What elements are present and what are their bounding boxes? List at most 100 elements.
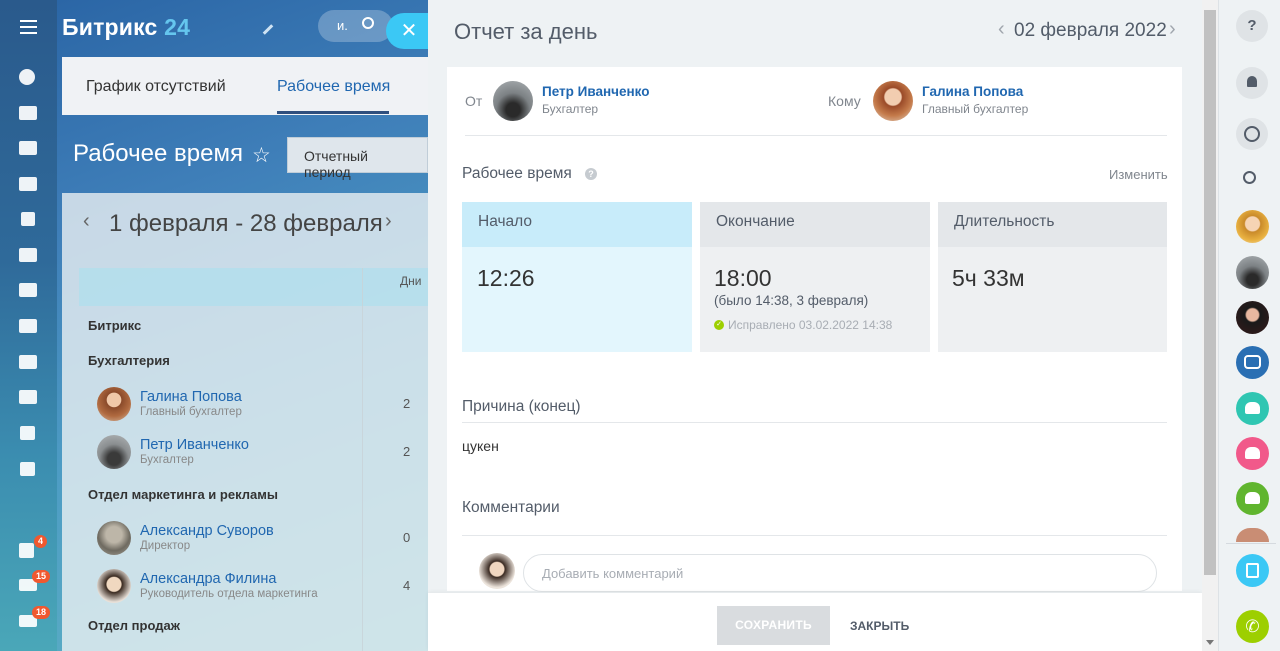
next-period-arrow[interactable]: › bbox=[385, 210, 392, 233]
person-name[interactable]: Александр Суворов bbox=[140, 523, 274, 539]
menu-icon[interactable] bbox=[20, 20, 37, 34]
col-divider bbox=[362, 268, 363, 651]
scrollbar-thumb[interactable] bbox=[1204, 10, 1216, 575]
divider bbox=[462, 422, 1167, 423]
page-title: Рабочее время bbox=[73, 140, 243, 167]
close-button[interactable]: ЗАКРЫТЬ bbox=[850, 619, 909, 633]
contact-avatar-icon[interactable] bbox=[1236, 256, 1269, 289]
worktime-title: Рабочее время bbox=[462, 165, 572, 182]
from-name[interactable]: Петр Иванченко bbox=[542, 84, 649, 99]
search-placeholder: и. bbox=[337, 18, 348, 33]
contact-avatar-icon[interactable] bbox=[1236, 210, 1269, 243]
start-value: 12:26 bbox=[477, 265, 535, 291]
help-icon[interactable]: ? bbox=[1236, 10, 1268, 42]
search-icon[interactable] bbox=[1243, 171, 1256, 184]
contact-card-icon[interactable] bbox=[19, 390, 37, 404]
days-value: 4 bbox=[403, 578, 411, 593]
disk-sync-icon[interactable] bbox=[1236, 554, 1269, 587]
close-slider-button[interactable]: ✕ bbox=[386, 13, 428, 49]
avatar-petr[interactable] bbox=[97, 435, 131, 469]
duration-value: 5ч 33м bbox=[952, 265, 1025, 291]
document-icon[interactable] bbox=[21, 212, 35, 226]
person-name[interactable]: Александра Филина bbox=[140, 571, 276, 587]
employees-icon[interactable] bbox=[19, 283, 37, 297]
badge-tasks: 4 bbox=[34, 535, 48, 548]
person-position: Главный бухгалтер bbox=[140, 406, 242, 418]
to-label: Кому bbox=[828, 93, 861, 109]
video-icon[interactable] bbox=[19, 355, 37, 369]
person-name[interactable]: Галина Попова bbox=[140, 389, 242, 405]
tab-absence-chart[interactable]: График отсутствий bbox=[86, 78, 226, 96]
contact-avatar-icon[interactable] bbox=[1236, 301, 1269, 334]
calendar-icon[interactable] bbox=[19, 141, 37, 155]
badge-filter: 15 bbox=[32, 570, 51, 583]
fixed-note: Исправлено 03.02.2022 14:38 bbox=[728, 318, 893, 332]
tasks-icon[interactable] bbox=[19, 106, 37, 120]
person-position: Бухгалтер bbox=[140, 454, 194, 466]
tab-active-underline bbox=[277, 111, 389, 114]
start-label: Начало bbox=[462, 202, 692, 247]
group-chat-icon[interactable] bbox=[1236, 482, 1269, 515]
comment-placeholder: Добавить комментарий bbox=[542, 566, 684, 581]
divider bbox=[465, 135, 1167, 136]
chat-icon[interactable] bbox=[19, 177, 37, 191]
notifications-bell-icon[interactable] bbox=[1236, 67, 1268, 99]
reason-title: Причина (конец) bbox=[462, 398, 581, 415]
drive-icon[interactable] bbox=[19, 248, 37, 262]
from-position: Бухгалтер bbox=[542, 102, 599, 116]
avatar-alexandra[interactable] bbox=[97, 569, 131, 603]
activity-stream-icon[interactable] bbox=[19, 69, 35, 85]
group-chat-icon[interactable] bbox=[1236, 437, 1269, 470]
avatar-to[interactable] bbox=[873, 81, 913, 121]
edit-link[interactable]: Изменить bbox=[1109, 167, 1168, 182]
person-position: Руководитель отдела маркетинга bbox=[140, 588, 318, 600]
close-icon: ✕ bbox=[400, 20, 418, 42]
group-bitrix: Битрикс bbox=[88, 318, 142, 333]
messenger-icon[interactable] bbox=[1236, 118, 1268, 150]
group-chat-icon[interactable] bbox=[1236, 346, 1269, 379]
days-value: 2 bbox=[403, 444, 411, 459]
search-box[interactable]: и. bbox=[318, 10, 393, 42]
badge-mail: 18 bbox=[32, 606, 51, 619]
to-name[interactable]: Галина Попова bbox=[922, 84, 1023, 99]
check-icon: ✓ bbox=[714, 320, 724, 330]
tab-work-time[interactable]: Рабочее время bbox=[277, 78, 390, 96]
cube-icon[interactable] bbox=[20, 426, 35, 440]
avatar-alexander[interactable] bbox=[97, 521, 131, 555]
comments-title: Комментарии bbox=[462, 499, 560, 516]
next-date-arrow[interactable]: › bbox=[1169, 18, 1176, 41]
save-button[interactable]: СОХРАНИТЬ bbox=[717, 606, 830, 645]
cube2-icon[interactable] bbox=[20, 462, 35, 476]
person-name[interactable]: Петр Иванченко bbox=[140, 437, 249, 453]
avatar-galina[interactable] bbox=[97, 387, 131, 421]
search-icon[interactable] bbox=[362, 17, 374, 29]
help-icon[interactable]: ? bbox=[585, 168, 597, 180]
group-sales: Отдел продаж bbox=[88, 618, 180, 633]
table-header bbox=[79, 268, 428, 306]
rail-divider bbox=[1226, 543, 1276, 544]
end-value: 18:00 bbox=[714, 265, 772, 291]
left-rail: 4 15 18 bbox=[0, 0, 57, 651]
checklist-icon[interactable] bbox=[19, 543, 34, 558]
report-period-button[interactable]: Отчетный период bbox=[287, 137, 428, 180]
current-user-avatar bbox=[479, 553, 515, 589]
prev-date-arrow[interactable]: ‹ bbox=[998, 18, 1005, 41]
from-label: От bbox=[465, 93, 483, 109]
report-date: 02 февраля 2022 bbox=[1014, 20, 1167, 41]
browser-icon[interactable] bbox=[19, 319, 37, 333]
days-value: 0 bbox=[403, 530, 411, 545]
group-chat-icon[interactable] bbox=[1236, 392, 1269, 425]
to-position: Главный бухгалтер bbox=[922, 102, 1029, 116]
group-marketing: Отдел маркетинга и рекламы bbox=[88, 487, 278, 502]
days-value: 2 bbox=[403, 396, 411, 411]
date-range: 1 февраля - 28 февраля bbox=[109, 210, 383, 237]
person-position: Директор bbox=[140, 540, 191, 552]
comment-input[interactable]: Добавить комментарий bbox=[523, 554, 1157, 592]
scroll-down-arrow[interactable] bbox=[1206, 640, 1214, 645]
prev-period-arrow[interactable]: ‹ bbox=[83, 210, 90, 233]
favorite-star-icon[interactable]: ☆ bbox=[252, 143, 271, 168]
avatar-from[interactable] bbox=[493, 81, 533, 121]
phone-icon[interactable]: ✆ bbox=[1236, 610, 1269, 643]
days-column-header: Дни bbox=[400, 274, 422, 288]
logo[interactable]: Битрикс 24 bbox=[62, 14, 190, 41]
